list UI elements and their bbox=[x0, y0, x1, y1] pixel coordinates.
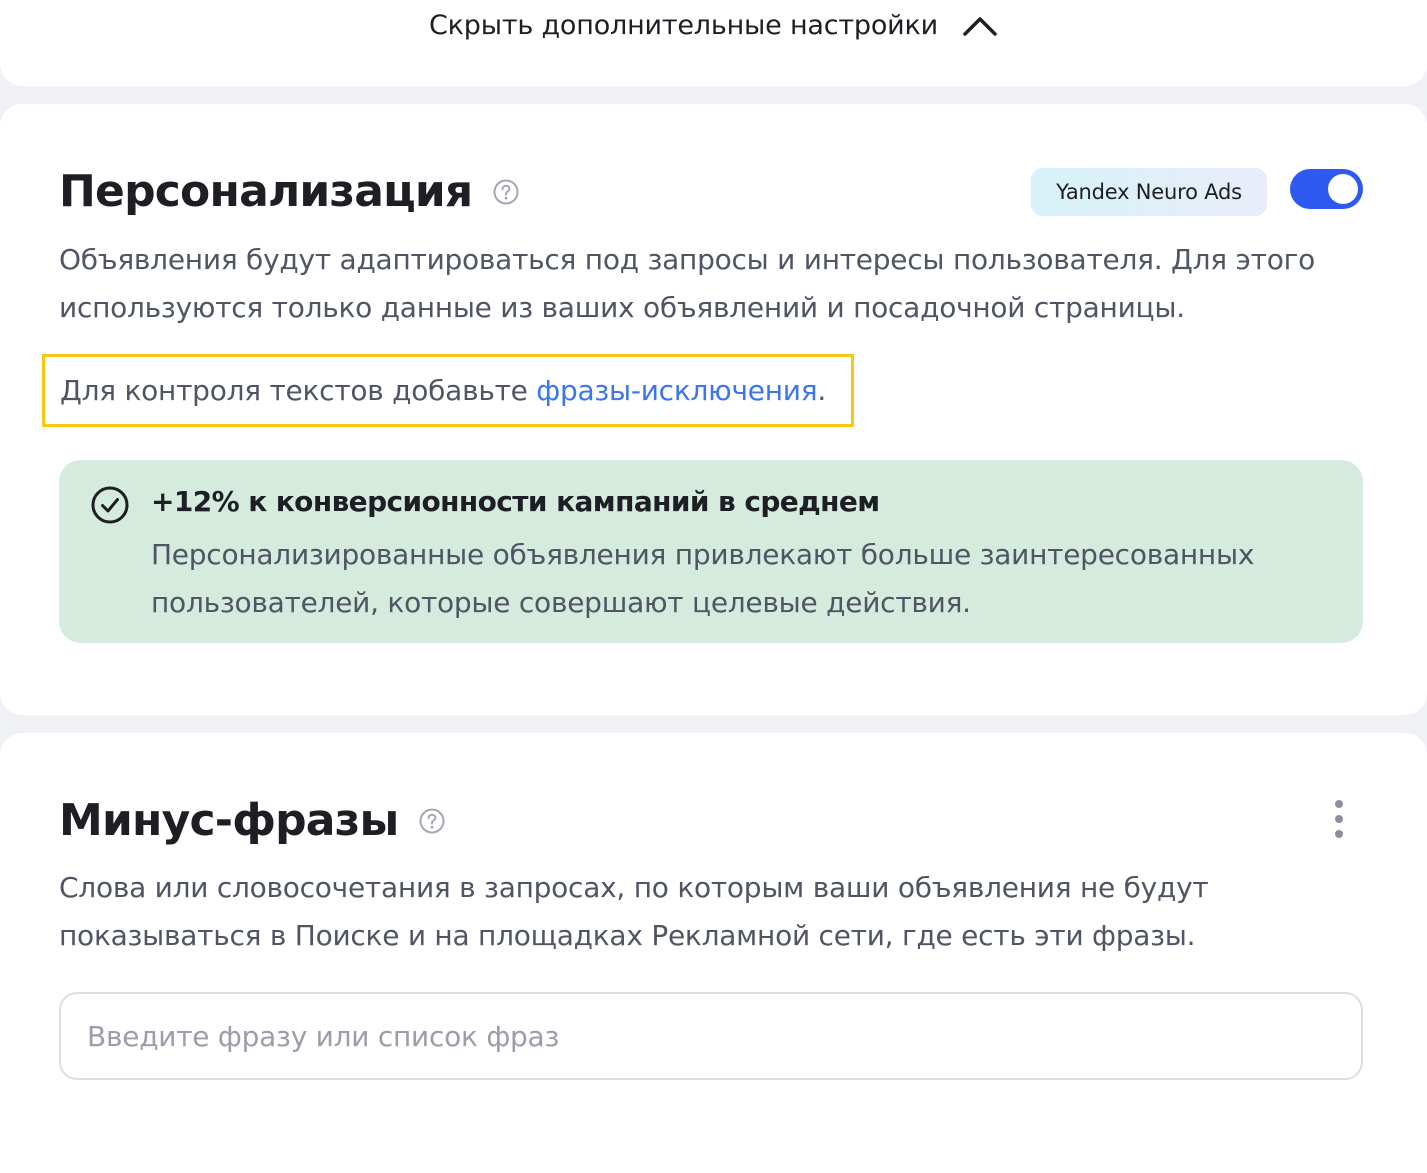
help-circle-icon[interactable] bbox=[492, 178, 520, 206]
minus-phrases-description-line: Слова или словосочетания в запросах, по … bbox=[59, 871, 1209, 904]
check-circle-icon bbox=[91, 486, 129, 524]
minus-phrases-section: Минус-фразы Слова или словосочетания в з… bbox=[0, 733, 1427, 1173]
more-vertical-icon[interactable] bbox=[1322, 797, 1356, 841]
minus-phrases-description: Слова или словосочетания в запросах, по … bbox=[59, 864, 1209, 960]
benefit-text-line: пользователей, которые совершают целевые… bbox=[151, 586, 971, 619]
personalization-header: Персонализация bbox=[59, 170, 520, 214]
conversion-benefit-banner: +12% к конверсионности кампаний в средне… bbox=[59, 460, 1363, 643]
chevron-up-icon bbox=[963, 17, 997, 36]
minus-phrases-title: Минус-фразы bbox=[59, 795, 399, 846]
hide-advanced-settings-button[interactable]: Скрыть дополнительные настройки bbox=[0, 0, 1427, 50]
advanced-settings-footer: Скрыть дополнительные настройки bbox=[0, 0, 1427, 86]
personalization-toggle[interactable] bbox=[1290, 169, 1363, 209]
minus-phrase-input[interactable] bbox=[59, 992, 1363, 1080]
exclusion-hint-text: Для контроля текстов добавьте bbox=[60, 374, 537, 407]
toggle-knob bbox=[1328, 174, 1358, 204]
yandex-neuro-ads-badge: Yandex Neuro Ads bbox=[1031, 168, 1267, 216]
benefit-text-line: Персонализированные объявления привлекаю… bbox=[151, 538, 1255, 571]
more-dot bbox=[1335, 815, 1343, 823]
minus-phrases-header: Минус-фразы bbox=[59, 799, 446, 843]
personalization-title: Персонализация bbox=[59, 166, 473, 217]
more-dot bbox=[1335, 800, 1343, 808]
benefit-text: Персонализированные объявления привлекаю… bbox=[151, 531, 1331, 627]
personalization-section: Персонализация Yandex Neuro Ads Объявлен… bbox=[0, 104, 1427, 715]
exclusion-phrases-link[interactable]: фразы-исключения bbox=[536, 374, 817, 407]
exclusion-phrases-hint: Для контроля текстов добавьте фразы-искл… bbox=[42, 354, 854, 427]
hide-advanced-settings-label: Скрыть дополнительные настройки bbox=[429, 9, 938, 41]
benefit-title: +12% к конверсионности кампаний в средне… bbox=[151, 485, 880, 518]
personalization-description-line: Объявления будут адаптироваться под запр… bbox=[59, 243, 1315, 276]
minus-phrases-description-line: показываться в Поиске и на площадках Рек… bbox=[59, 919, 1196, 952]
help-circle-icon[interactable] bbox=[418, 807, 446, 835]
exclusion-hint-period: . bbox=[817, 374, 826, 407]
more-dot bbox=[1335, 830, 1343, 838]
personalization-description-line: используются только данные из ваших объя… bbox=[59, 291, 1185, 324]
personalization-description: Объявления будут адаптироваться под запр… bbox=[59, 236, 1315, 332]
